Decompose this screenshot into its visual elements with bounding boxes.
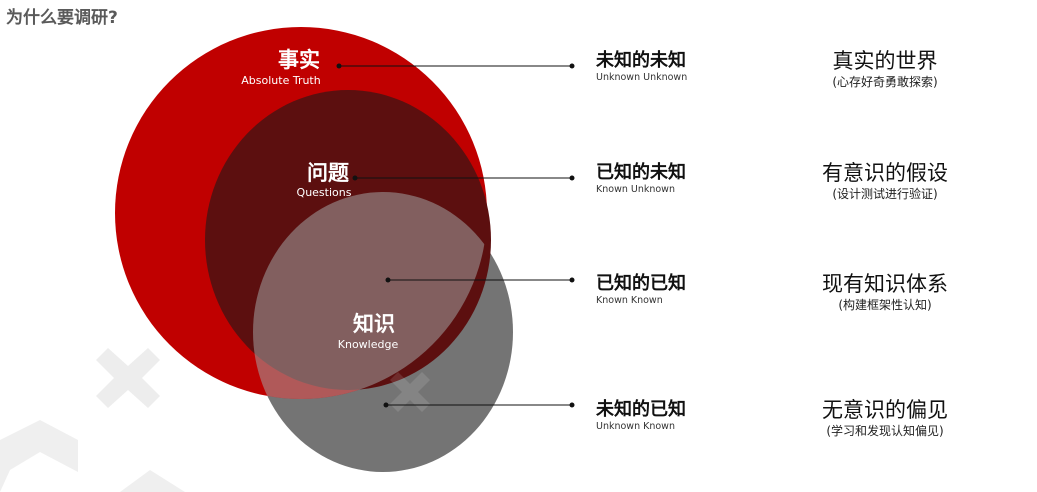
- watermark-chevron-mark: [120, 470, 185, 492]
- fact-label-zh: 事实: [278, 48, 320, 72]
- knowledge-label-zh: 知识: [353, 312, 395, 336]
- meaning-title: 无意识的偏见: [822, 398, 948, 422]
- meaning-real-world: 真实的世界 (心存好奇勇敢探索): [785, 48, 985, 90]
- connector-dot: [569, 175, 575, 181]
- fact-label-en: Absolute Truth: [241, 74, 320, 87]
- connector-dot: [569, 402, 575, 408]
- question-label-en: Questions: [297, 186, 352, 199]
- meaning-title: 有意识的假设: [822, 161, 948, 185]
- quadrant-unknown-unknown: 未知的未知 Unknown Unknown: [596, 50, 746, 84]
- watermark-chevron-mark: [0, 420, 78, 492]
- quadrant-label-zh: 未知的未知: [596, 50, 686, 71]
- meaning-conscious-hypothesis: 有意识的假设 (设计测试进行验证): [785, 160, 985, 202]
- meaning-subtitle: (设计测试进行验证): [832, 187, 938, 201]
- connector-dot: [569, 63, 575, 69]
- meaning-unconscious-bias: 无意识的偏见 (学习和发现认知偏见): [785, 397, 985, 439]
- meaning-knowledge-system: 现有知识体系 (构建框架性认知): [785, 271, 985, 313]
- meaning-subtitle: (心存好奇勇敢探索): [832, 75, 938, 89]
- quadrant-label-zh: 未知的已知: [596, 399, 686, 420]
- quadrant-label-zh: 已知的已知: [596, 273, 686, 294]
- quadrant-label-en: Known Unknown: [596, 184, 675, 195]
- watermark-x-mark: [96, 348, 160, 408]
- quadrant-unknown-known: 未知的已知 Unknown Known: [596, 399, 746, 433]
- knowledge-label-en: Knowledge: [338, 338, 399, 351]
- question-label-zh: 问题: [307, 161, 350, 185]
- meaning-title: 真实的世界: [832, 49, 938, 73]
- quadrant-label-en: Unknown Known: [596, 421, 675, 432]
- quadrant-known-known: 已知的已知 Known Known: [596, 273, 746, 307]
- watermark-decoration: [0, 348, 185, 492]
- quadrant-known-unknown: 已知的未知 Known Unknown: [596, 162, 746, 196]
- meaning-title: 现有知识体系: [822, 272, 948, 296]
- connector-dot: [569, 277, 575, 283]
- quadrant-label-en: Known Known: [596, 295, 663, 306]
- quadrant-label-zh: 已知的未知: [596, 162, 686, 183]
- quadrant-label-en: Unknown Unknown: [596, 72, 688, 83]
- meaning-subtitle: (学习和发现认知偏见): [826, 424, 944, 438]
- meaning-subtitle: (构建框架性认知): [838, 298, 932, 312]
